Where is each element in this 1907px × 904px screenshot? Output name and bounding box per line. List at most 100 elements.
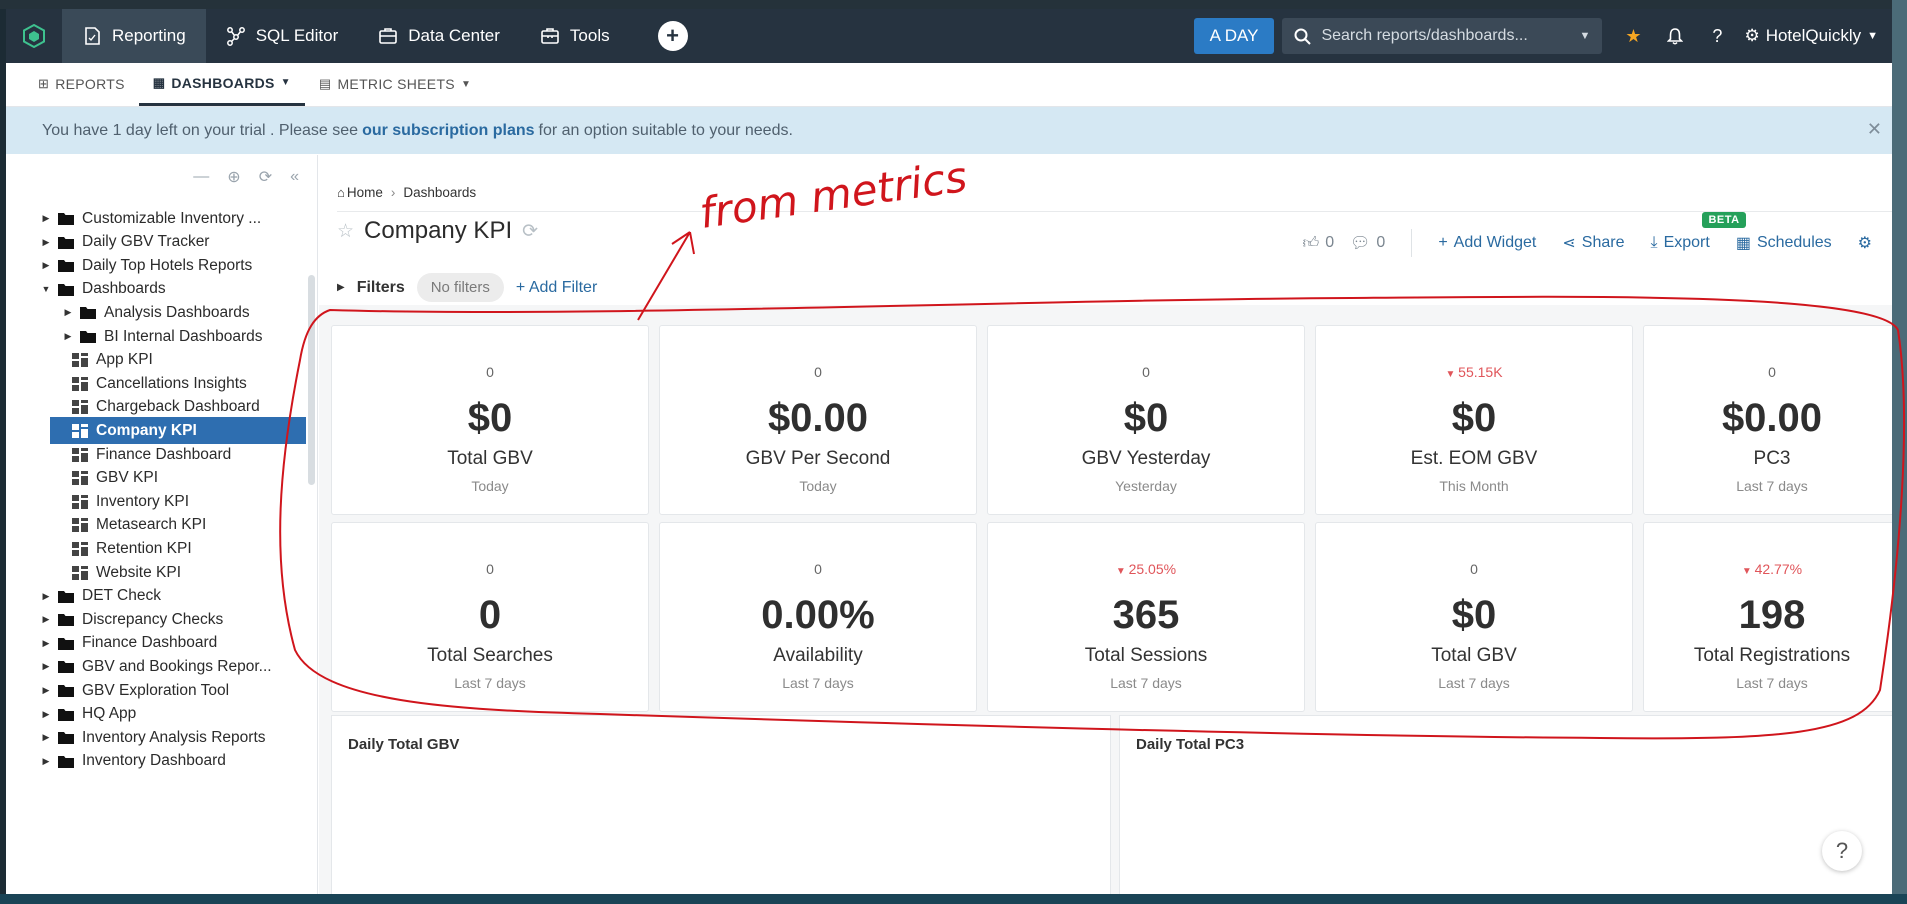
export-button[interactable]: ⤓ Export BETA <box>1650 212 1746 252</box>
refresh-icon[interactable]: ⟳ <box>522 220 538 243</box>
caret-right-icon[interactable]: ▶ <box>40 260 52 271</box>
kpi-label: GBV Yesterday <box>1081 448 1211 469</box>
kpi-value: 0.00% <box>761 593 875 637</box>
close-icon[interactable]: ✕ <box>1867 119 1882 140</box>
kpi-delta-value: 0 <box>814 364 822 380</box>
kpi-card[interactable]: 0 $0.00 GBV Per Second Today <box>659 325 977 515</box>
schedules-label: Schedules <box>1756 234 1832 251</box>
kpi-label: Availability <box>773 645 863 666</box>
caret-right-icon[interactable]: ▶ <box>40 685 52 696</box>
kpi-card[interactable]: ▼ 42.77% 198 Total Registrations Last 7 day… <box>1643 522 1892 712</box>
nav-tools[interactable]: Tools <box>520 9 630 63</box>
favorite-star-icon[interactable]: ☆ <box>337 220 354 243</box>
nav-reporting[interactable]: Reporting <box>62 9 206 63</box>
chevron-right-icon: › <box>390 185 396 200</box>
user-menu[interactable]: ⚙ HotelQuickly ▼ <box>1738 26 1892 46</box>
kpi-period: Last 7 days <box>1110 675 1182 691</box>
add-new-button[interactable]: + <box>657 21 688 51</box>
kpi-value: $0.00 <box>1721 396 1823 440</box>
dashboard-icon <box>72 376 88 391</box>
caret-right-icon[interactable]: ▶ <box>40 756 52 767</box>
kpi-delta: ▼ 25.05% <box>988 561 1304 577</box>
plus-icon: + <box>1438 234 1448 251</box>
add-widget-button[interactable]: + Add Widget <box>1438 234 1536 252</box>
breadcrumb-dashboards[interactable]: Dashboards <box>403 185 476 200</box>
caret-down-icon[interactable]: ▼ <box>40 284 52 294</box>
notifications-bell-icon[interactable] <box>1654 9 1696 63</box>
like-count: 0 <box>1325 234 1335 251</box>
caret-right-icon[interactable]: ▶ <box>62 331 74 342</box>
kpi-period: Last 7 days <box>782 675 854 691</box>
kpi-period: Last 7 days <box>1736 675 1808 691</box>
kpi-delta-value: 0 <box>486 364 494 380</box>
subscription-plans-link[interactable]: our subscription plans <box>362 122 534 140</box>
nav-data-center[interactable]: Data Center <box>358 9 520 63</box>
search-placeholder: Search reports/dashboards... <box>1321 27 1528 44</box>
caret-right-icon[interactable]: ▶ <box>40 614 52 625</box>
kpi-card[interactable]: 0 0 Total Searches Last 7 days <box>331 522 649 712</box>
caret-right-icon[interactable]: ▶ <box>62 307 74 318</box>
kpi-label: Est. EOM GBV <box>1410 448 1538 469</box>
comments-button[interactable]: 💬︎ 0 <box>1350 233 1385 253</box>
kpi-period: This Month <box>1439 478 1509 494</box>
collapse-sidebar-icon[interactable]: « <box>290 168 299 186</box>
filters-label[interactable]: Filters <box>357 279 405 297</box>
add-filter-button[interactable]: + Add Filter <box>516 279 597 297</box>
dashboard-icon <box>72 400 88 415</box>
kpi-card[interactable]: 0 $0.00 PC3 Last 7 days <box>1643 325 1892 515</box>
app-logo-icon[interactable] <box>6 9 62 63</box>
sidebar-folder-item[interactable]: ▶ Inventory Dashboard <box>6 748 306 775</box>
collapse-all-icon[interactable]: — <box>193 168 209 186</box>
kpi-card[interactable]: ▼ 25.05% 365 Total Sessions Last 7 days <box>987 522 1305 712</box>
sidebar-toolbar: — ⊕ ⟳ « <box>6 155 317 199</box>
schedules-button[interactable]: ▦ Schedules <box>1736 233 1832 253</box>
search-dropdown-icon[interactable]: ▼ <box>1580 30 1591 42</box>
down-triangle-icon: ▼ <box>1115 566 1129 577</box>
sidebar-scrollbar[interactable] <box>308 275 315 485</box>
tab-reports[interactable]: ⊞ REPORTS <box>24 62 139 106</box>
breadcrumb-home[interactable]: Home <box>347 185 383 200</box>
kpi-label: PC3 <box>1753 448 1791 469</box>
add-filter-label: Add Filter <box>528 278 598 296</box>
like-button[interactable]: 👍︎ 0 <box>1302 234 1334 253</box>
caret-right-icon[interactable]: ▶ <box>40 638 52 649</box>
refresh-icon[interactable]: ⟳ <box>259 167 272 187</box>
kpi-period: Last 7 days <box>454 675 526 691</box>
kpi-delta-value: 0 <box>1470 561 1478 577</box>
caret-right-icon[interactable]: ▶ <box>40 732 52 743</box>
kpi-card[interactable]: 0 $0 Total GBV Last 7 days <box>1315 522 1633 712</box>
expand-filters-icon[interactable]: ▶ <box>337 282 345 293</box>
kpi-value: 0 <box>478 593 502 637</box>
locate-icon[interactable]: ⊕ <box>227 167 240 187</box>
nav-sql-editor[interactable]: SQL Editor <box>206 9 359 63</box>
share-button[interactable]: ⋖ Share <box>1562 233 1624 253</box>
help-button[interactable]: ? <box>1822 831 1862 871</box>
kpi-label: Total GBV <box>1431 645 1517 666</box>
kpi-delta: 0 <box>1316 561 1632 577</box>
trial-days-button[interactable]: A DAY <box>1193 18 1275 54</box>
widget-title: Daily Total GBV <box>348 736 460 753</box>
toolbox-icon <box>541 28 559 44</box>
kpi-value: $0 <box>1123 396 1169 440</box>
caret-right-icon[interactable]: ▶ <box>40 213 52 224</box>
search-input[interactable]: Search reports/dashboards... ▼ <box>1282 18 1603 54</box>
share-icon: ⋖ <box>1562 235 1576 252</box>
kpi-period: Yesterday <box>1115 478 1177 494</box>
dashboard-settings-gear-icon[interactable]: ⚙ <box>1858 233 1872 253</box>
kpi-card[interactable]: 0 0.00% Availability Last 7 days <box>659 522 977 712</box>
favorites-star-icon[interactable]: ★ <box>1612 9 1654 63</box>
caret-right-icon[interactable]: ▶ <box>40 237 52 248</box>
tab-metric-sheets[interactable]: ▤ METRIC SHEETS ▼ <box>305 62 485 106</box>
dashboard-icon <box>72 541 88 556</box>
kpi-card[interactable]: ▼ 55.15K $0 Est. EOM GBV This Month <box>1315 325 1633 515</box>
caret-right-icon[interactable]: ▶ <box>40 591 52 602</box>
share-label: Share <box>1581 234 1625 251</box>
kpi-card[interactable]: 0 $0 Total GBV Today <box>331 325 649 515</box>
comment-count: 0 <box>1376 234 1386 251</box>
sidebar-item-label: Company KPI <box>96 421 197 439</box>
kpi-card[interactable]: 0 $0 GBV Yesterday Yesterday <box>987 325 1305 515</box>
help-question-icon[interactable]: ? <box>1696 9 1738 63</box>
caret-right-icon[interactable]: ▶ <box>40 709 52 720</box>
caret-right-icon[interactable]: ▶ <box>40 661 52 672</box>
tab-dashboards[interactable]: ▦ DASHBOARDS ▼ <box>138 62 305 106</box>
